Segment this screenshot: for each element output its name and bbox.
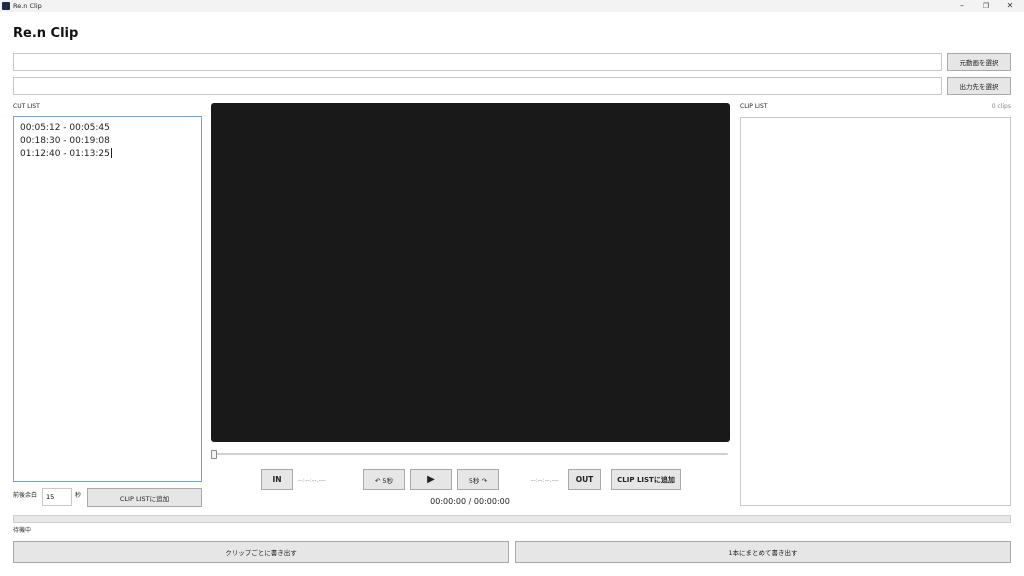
out-time: --:--:--.--- [531, 476, 559, 484]
clip-list-label: CLIP LIST [740, 103, 768, 110]
select-output-button[interactable]: 出力先を選択 [947, 77, 1011, 95]
close-icon[interactable]: ✕ [999, 0, 1021, 12]
source-path-input[interactable] [13, 53, 942, 71]
margin-unit: 秒 [75, 492, 82, 499]
clip-list-box[interactable] [740, 117, 1011, 506]
progress-bar [13, 515, 1011, 523]
forward-5s-button[interactable]: 5秒 ↷ [457, 469, 499, 490]
cut-list-editor[interactable]: 00:05:12 - 00:05:45 00:18:30 - 00:19:08 … [13, 116, 202, 482]
in-time: --:--:--.--- [298, 476, 326, 484]
cut-list-line: 00:05:12 - 00:05:45 [20, 123, 110, 133]
minimize-icon[interactable]: – [951, 0, 973, 12]
text-caret [110, 148, 112, 158]
status-text: 待機中 [13, 527, 32, 534]
cut-list-line: 01:12:40 - 01:13:25 [20, 148, 112, 159]
restore-icon[interactable]: ❐ [975, 0, 997, 12]
seek-track[interactable] [213, 453, 728, 455]
seek-thumb[interactable] [211, 450, 217, 459]
app-icon [2, 2, 10, 10]
cut-list-add-button[interactable]: CLIP LISTに追加 [87, 488, 202, 507]
cut-list-line: 00:18:30 - 00:19:08 [20, 136, 110, 146]
video-preview[interactable] [211, 103, 730, 442]
margin-seconds-input[interactable] [42, 488, 72, 506]
window-title: Re.n Clip [13, 2, 42, 10]
export-combined-button[interactable]: 1本にまとめて書き出す [515, 541, 1011, 563]
margin-label: 前後余白 [13, 492, 38, 499]
title-bar [0, 0, 1024, 12]
output-path-input[interactable] [13, 77, 942, 95]
cut-list-label: CUT LIST [13, 103, 40, 110]
timecode: 00:00:00 / 00:00:00 [430, 497, 510, 506]
back-5s-button[interactable]: ↶ 5秒 [363, 469, 405, 490]
in-button[interactable]: IN [261, 469, 293, 490]
export-per-clip-button[interactable]: クリップごとに書き出す [13, 541, 509, 563]
clip-count: 0 clips [991, 103, 1011, 110]
play-icon[interactable]: ▶ [410, 469, 452, 490]
out-button[interactable]: OUT [568, 469, 601, 490]
player-add-clip-button[interactable]: CLIP LISTに追加 [611, 469, 681, 490]
app-heading: Re.n Clip [13, 26, 79, 41]
select-source-button[interactable]: 元動画を選択 [947, 53, 1011, 71]
